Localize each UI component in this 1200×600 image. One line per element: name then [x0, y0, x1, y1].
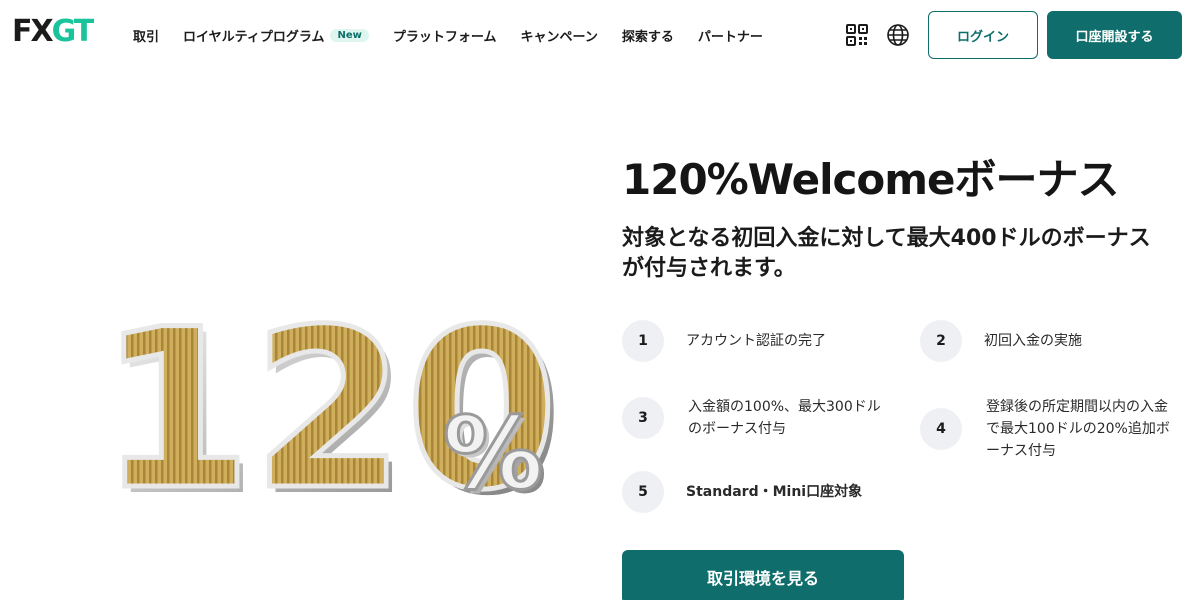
step-item-2: 2 初回入金の実施 — [920, 320, 1082, 362]
step-text: Standard・Mini口座対象 — [686, 484, 863, 500]
step-number: 4 — [920, 408, 962, 450]
nav-item-explore[interactable]: 探索する — [622, 26, 674, 45]
step-text: 入金額の100%、最大300ドルのボーナス付与 — [688, 399, 881, 437]
login-button[interactable]: ログイン — [928, 11, 1038, 59]
page-title: 120%Welcomeボーナス — [622, 155, 1119, 204]
step-text: 登録後の所定期間以内の入金で最大100ドルの20%追加ボーナス付与 — [986, 399, 1170, 459]
nav-item-platform[interactable]: プラットフォーム — [393, 26, 497, 45]
nav-item-partner[interactable]: パートナー — [698, 26, 763, 45]
step-item-5: 5 Standard・Mini口座対象 — [622, 471, 862, 513]
step-text: 初回入金の実施 — [984, 333, 1082, 349]
step-number: 5 — [622, 471, 664, 513]
qr-code-icon[interactable] — [845, 23, 869, 47]
nav-item-campaign[interactable]: キャンペーン — [520, 26, 597, 45]
step-number: 1 — [622, 320, 664, 362]
main-nav: 取引 ロイヤルティプログラム New プラットフォーム キャンペーン 探索する パ… — [133, 24, 787, 46]
view-trading-environment-button[interactable]: 取引環境を見る — [622, 550, 904, 600]
step-number: 2 — [920, 320, 962, 362]
step-item-3: 3 入金額の100%、最大300ドルのボーナス付与 — [622, 396, 888, 440]
step-text: アカウント認証の完了 — [686, 333, 826, 349]
step-item-1: 1 アカウント認証の完了 — [622, 320, 826, 362]
new-badge: New — [330, 28, 369, 42]
top-header: FXGT 取引 ロイヤルティプログラム New プラットフォーム キャンペーン 探… — [0, 0, 1200, 70]
globe-icon[interactable] — [886, 23, 910, 47]
nav-item-loyalty[interactable]: ロイヤルティプログラム New — [183, 26, 369, 45]
bonus-120-percent-graphic: 120 120 % % — [95, 280, 565, 545]
step-item-4: 4 登録後の所定期間以内の入金で最大100ドルの20%追加ボーナス付与 — [920, 396, 1176, 462]
step-number: 3 — [622, 397, 664, 439]
nav-item-trading[interactable]: 取引 — [133, 26, 159, 45]
page-subtitle: 対象となる初回入金に対して最大400ドルのボーナスが付与されます。 — [622, 226, 1151, 281]
open-account-button[interactable]: 口座開設する — [1047, 11, 1182, 59]
graphic-percent: % — [443, 395, 543, 510]
fxgt-logo[interactable]: FXGT — [12, 14, 94, 50]
